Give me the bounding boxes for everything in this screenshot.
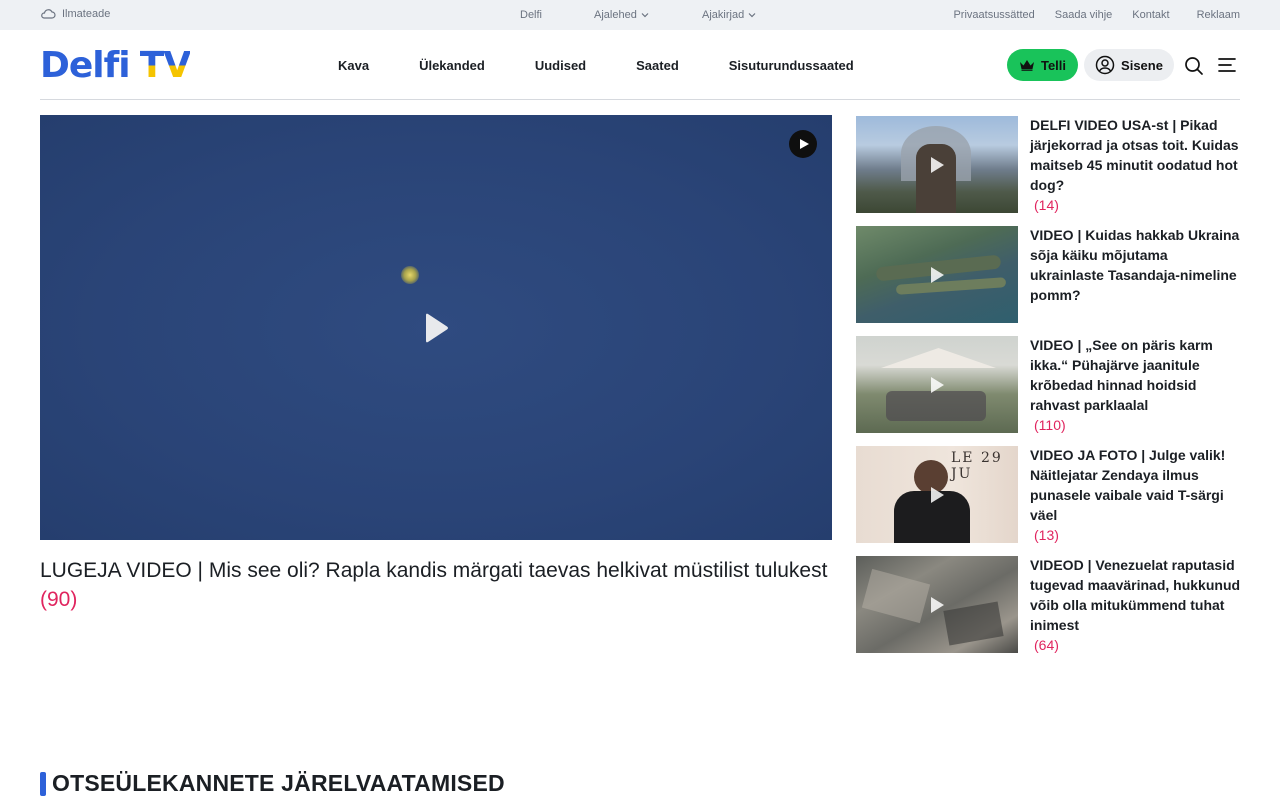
advertising-link[interactable]: Reklaam [1197,9,1240,21]
nav-item-ulekanded[interactable]: Ülekanded [419,58,485,73]
list-item[interactable]: VIDEOD | Venezuelat raputasid tugevad ma… [856,555,1240,653]
weather-link[interactable]: Ilmateade [40,8,110,20]
side-video-title-text: DELFI VIDEO USA-st | Pikad järjekorrad j… [1030,117,1239,193]
contact-link[interactable]: Kontakt [1132,9,1169,21]
play-icon [931,157,944,173]
chevron-down-icon [748,13,756,18]
video-frame-light [401,266,419,284]
weather-label: Ilmateade [62,8,111,20]
main-video-title[interactable]: LUGEJA VIDEO | Mis see oli? Rapla kandis… [40,556,840,614]
logo-text-delfi: Delfi [40,45,131,86]
side-video-title[interactable]: VIDEOD | Venezuelat raputasid tugevad ma… [1030,555,1242,655]
nav-item-uudised[interactable]: Uudised [535,58,586,73]
video-thumbnail[interactable] [856,556,1018,653]
login-button[interactable]: Sisene [1084,49,1174,81]
video-badge-play [789,130,817,158]
side-video-title[interactable]: VIDEO JA FOTO | Julge valik! Näitlejatar… [1030,445,1242,545]
topbar-link-label: Ajalehed [594,9,637,21]
topbar-link-label: Delfi [520,9,543,21]
user-icon [1095,55,1115,75]
subscribe-button[interactable]: Telli [1007,49,1078,81]
nav-item-saated[interactable]: Saated [636,58,679,73]
privacy-settings-link[interactable]: Privaatsussätted [953,9,1034,21]
section-header: OTSEÜLEKANNETE JÄRELVAATAMISED [40,770,505,797]
nav-item-kava[interactable]: Kava [338,58,369,73]
comment-count[interactable]: (110) [1034,415,1242,435]
cloud-icon [41,9,56,19]
topbar-right-links: Privaatsussätted Saada vihje Kontakt Rek… [953,9,1240,21]
top-utility-bar: Ilmateade Delfi Ajalehed Ajakirjad Priva… [0,0,1280,30]
play-icon [931,597,944,613]
list-item[interactable]: VIDEO | Kuidas hakkab Ukraina sõja käiku… [856,225,1240,323]
section-title: OTSEÜLEKANNETE JÄRELVAATAMISED [52,770,505,796]
main-nav: Kava Ülekanded Uudised Saated Sisuturund… [338,58,904,73]
topbar-link-ajakirjad[interactable]: Ajakirjad [702,9,756,21]
play-icon [931,487,944,503]
video-thumbnail[interactable] [856,336,1018,433]
chevron-down-icon [641,13,649,18]
video-thumbnail[interactable] [856,226,1018,323]
send-tip-link[interactable]: Saada vihje [1055,9,1113,21]
side-video-title-text: VIDEO | Kuidas hakkab Ukraina sõja käiku… [1030,227,1240,303]
side-video-title-text: VIDEO JA FOTO | Julge valik! Näitlejatar… [1030,447,1226,523]
crown-icon [1019,60,1034,71]
main-video-title-text: LUGEJA VIDEO | Mis see oli? Rapla kandis… [40,559,828,582]
play-icon[interactable] [422,312,450,344]
side-video-title[interactable]: VIDEO | Kuidas hakkab Ukraina sõja käiku… [1030,225,1242,305]
nav-item-sisuturundussaated[interactable]: Sisuturundussaated [729,58,854,73]
hamburger-menu-icon[interactable] [1217,57,1237,73]
topbar-link-delfi[interactable]: Delfi [520,9,594,21]
list-item[interactable]: VIDEO | „See on päris karm ikka.“ Pühajä… [856,335,1240,433]
comment-count[interactable]: (13) [1034,525,1242,545]
subscribe-label: Telli [1040,57,1067,73]
list-item[interactable]: LE 29 JU VIDEO JA FOTO | Julge valik! Nä… [856,445,1240,543]
topbar-link-ajalehed[interactable]: Ajalehed [594,9,702,21]
side-video-title-text: VIDEOD | Venezuelat raputasid tugevad ma… [1030,557,1241,633]
video-thumbnail[interactable] [856,116,1018,213]
play-icon [931,267,944,283]
topbar-center-links: Delfi Ajalehed Ajakirjad [520,9,756,21]
section-accent-bar [40,771,46,796]
comment-count[interactable]: (64) [1034,635,1242,655]
comment-count[interactable]: (14) [1034,195,1242,215]
comment-count[interactable]: (90) [40,588,77,611]
logo-text-tv: TV [139,45,191,86]
thumbnail-backdrop-text: LE 29 JU [951,450,1003,482]
main-header: Delfi TV Kava Ülekanded Uudised Saated Si… [40,30,1240,100]
side-video-title-text: VIDEO | „See on päris karm ikka.“ Pühajä… [1030,337,1213,413]
login-label: Sisene [1121,57,1163,73]
topbar-link-label: Ajakirjad [702,9,745,21]
delfi-tv-logo[interactable]: Delfi TV [40,45,191,86]
play-icon [931,377,944,393]
list-item[interactable]: DELFI VIDEO USA-st | Pikad järjekorrad j… [856,115,1240,213]
main-video-player[interactable] [40,115,832,540]
side-video-title[interactable]: DELFI VIDEO USA-st | Pikad järjekorrad j… [1030,115,1242,215]
play-icon [799,139,809,149]
video-thumbnail[interactable]: LE 29 JU [856,446,1018,543]
side-video-title[interactable]: VIDEO | „See on päris karm ikka.“ Pühajä… [1030,335,1242,435]
search-icon[interactable] [1184,56,1204,76]
